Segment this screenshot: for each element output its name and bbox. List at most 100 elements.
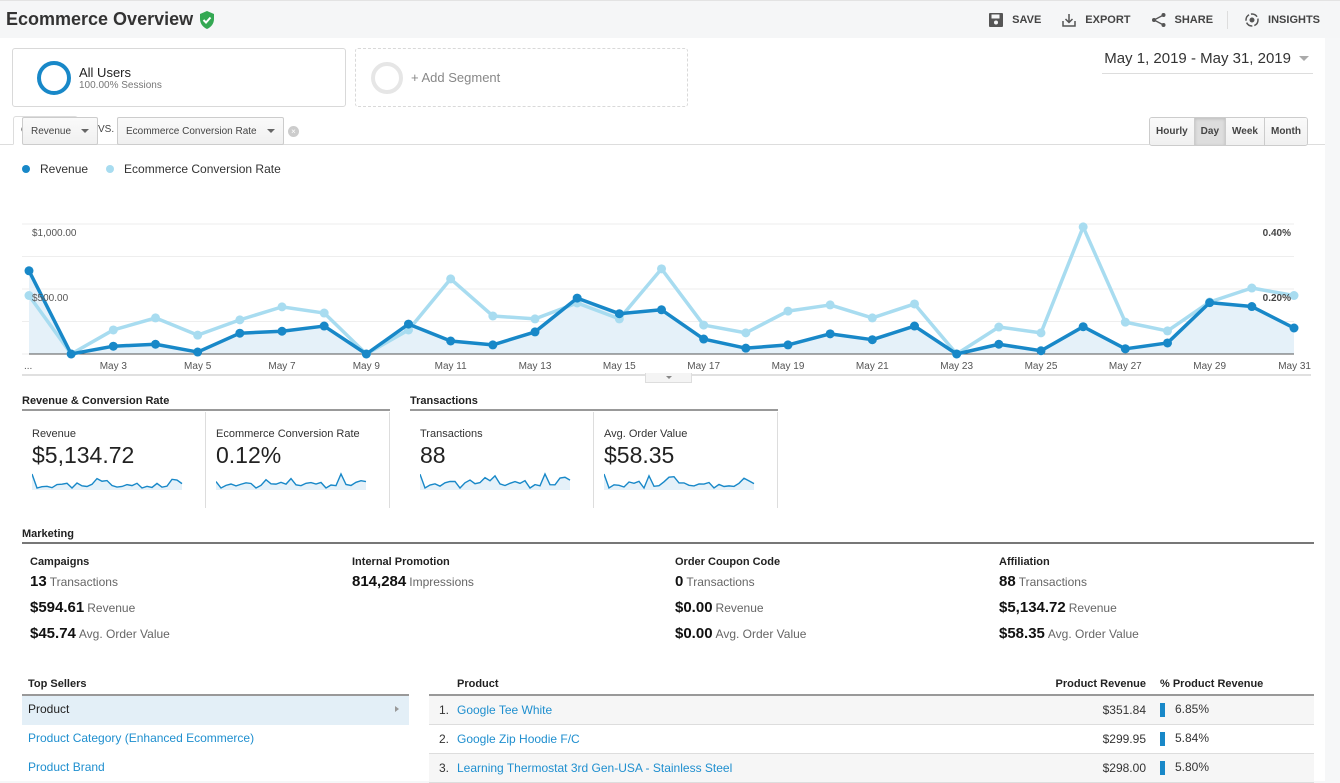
legend-item-conversion: Ecommerce Conversion Rate [106,162,281,176]
secondary-metric-label: Ecommerce Conversion Rate [126,125,257,137]
legend-dot-revenue [22,165,30,173]
scorecard-conversion-rate[interactable]: Ecommerce Conversion Rate 0.12% [206,412,390,508]
x-axis-tick-label: May 3 [100,361,128,372]
top-sellers-item-product-category[interactable]: Product Category (Enhanced Ecommerce) [22,725,409,754]
data-point-conversion [867,313,877,323]
export-button[interactable]: EXPORT [1061,12,1131,28]
pct-product-revenue-header[interactable]: % Product Revenue [1160,678,1314,696]
x-axis-tick-label: May 9 [353,361,381,372]
pct-bar [1160,703,1165,718]
actions-divider [1227,11,1229,29]
clear-comparison-icon[interactable]: × [288,126,299,137]
data-point-conversion [1078,222,1088,232]
data-point-revenue [1078,322,1088,332]
x-axis-tick-label: ... [24,361,32,372]
y-axis-left-tick: $1,000.00 [32,228,77,239]
chart-expand-handle[interactable] [645,373,692,383]
insights-button[interactable]: INSIGHTS [1244,12,1320,28]
marketing-title: Affiliation [999,556,1050,568]
top-sellers-item-product[interactable]: Product [22,696,409,725]
granularity-week[interactable]: Week [1225,118,1264,145]
x-axis-tick-label: May 23 [940,361,973,372]
data-point-revenue [783,340,793,350]
product-link[interactable]: Learning Thermostat 3rd Gen-USA - Stainl… [457,753,967,783]
add-segment-button[interactable]: + Add Segment [355,48,688,107]
data-point-revenue [910,321,919,331]
data-point-conversion [277,302,287,312]
primary-metric-select[interactable]: Revenue [22,117,99,145]
marketing-row: 0 Transactions [675,573,995,591]
sparkline-area [32,474,182,490]
granularity-month[interactable]: Month [1263,118,1307,145]
top-sellers-item-product-brand[interactable]: Product Brand [22,754,409,783]
marketing-row: 13 Transactions [30,573,350,591]
data-point-revenue [193,347,203,357]
x-axis-tick-label: May 25 [1025,361,1058,372]
marketing-row: $0.00 Revenue [675,599,995,617]
x-axis-tick-label: May 19 [772,361,805,372]
data-point-conversion [783,306,793,316]
product-header[interactable]: Product [457,678,967,696]
scorecard-transactions[interactable]: Transactions 88 [410,412,594,508]
marketing-unit: Avg. Order Value [1047,627,1139,641]
scorecard-revenue[interactable]: Revenue $5,134.72 [22,412,206,508]
data-point-conversion [530,314,540,324]
marketing-row: 814,284 Impressions [352,573,672,591]
data-point-conversion [319,308,329,318]
data-point-conversion [699,320,709,330]
product-revenue-header[interactable]: Product Revenue [966,678,1160,696]
legend-label-conversion: Ecommerce Conversion Rate [124,162,281,176]
y-axis-right-tick: 0.40% [1263,228,1291,239]
sparkline-conversion-rate [216,472,367,490]
chevron-down-icon [1299,56,1309,61]
table-row: 1. Google Tee White $351.84 6.85% [429,695,1314,725]
scrollbar-track[interactable] [1325,38,1340,781]
product-link[interactable]: Google Tee White [457,695,967,725]
save-button[interactable]: SAVE [988,12,1041,28]
product-link[interactable]: Google Zip Hoodie F/C [457,724,967,754]
data-point-revenue [1289,323,1299,333]
pct-cell: 5.84% [1160,724,1314,754]
secondary-metric-select[interactable]: Ecommerce Conversion Rate [117,117,284,145]
sparkline-transactions [420,472,571,490]
pct-cell: 5.80% [1160,753,1314,783]
scorecard-value: $58.35 [604,442,675,468]
data-point-revenue [446,336,456,346]
data-point-revenue [151,339,160,349]
insights-label: INSIGHTS [1268,14,1320,26]
save-label: SAVE [1012,14,1042,26]
segment-name: All Users [79,64,132,80]
x-axis-tick-label: May 13 [519,361,552,372]
chevron-right-icon [395,706,399,712]
date-range-picker[interactable]: May 1, 2019 - May 31, 2019 [1102,50,1313,74]
product-revenue: $299.95 [966,724,1160,754]
save-icon [989,13,1004,27]
row-index: 2. [429,724,457,754]
data-point-revenue [1120,344,1130,354]
segment-all-users[interactable]: All Users 100.00% Sessions [12,48,346,107]
marketing-unit: Revenue [1068,601,1117,615]
data-point-conversion [994,322,1004,332]
table-row: 2. Google Zip Hoodie F/C $299.95 5.84% [429,724,1314,754]
marketing-unit: Revenue [87,601,136,615]
granularity-day[interactable]: Day [1193,118,1226,145]
add-segment-label: + Add Segment [411,70,501,85]
product-revenue: $298.00 [966,753,1160,783]
line-chart[interactable]: $1,000.00 0.40% $500.00 0.20%... May 3 May 5 M… [0,182,1325,377]
marketing-row: 88 Transactions [999,573,1319,591]
granularity-hourly[interactable]: Hourly [1150,118,1194,145]
data-point-conversion [1036,328,1046,338]
data-point-revenue [1205,298,1215,308]
top-sellers-item-label: Product [28,702,70,716]
share-button[interactable]: SHARE [1151,12,1213,28]
legend-dot-conversion [106,165,115,173]
marketing-unit: Revenue [715,601,764,615]
marketing-row: $45.74 Avg. Order Value [30,625,350,643]
chart-legend: Revenue Ecommerce Conversion Rate [22,162,299,176]
marketing-order-coupon-code: Order Coupon Code 0 Transactions $0.00 Rev… [675,556,995,651]
marketing-value: 814,284 [352,573,407,590]
scorecard-avg-order-value[interactable]: Avg. Order Value $58.35 [594,412,778,508]
x-axis-tick-label: May 27 [1109,361,1142,372]
data-point-conversion [488,311,498,321]
segment-ring-icon [37,60,71,95]
